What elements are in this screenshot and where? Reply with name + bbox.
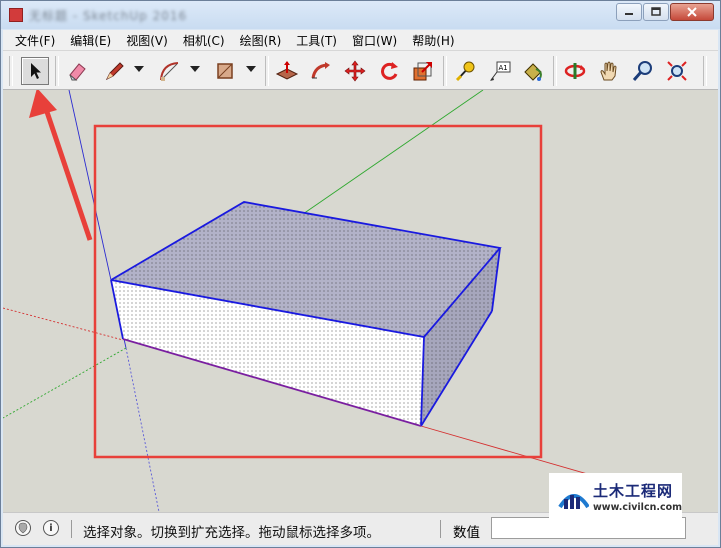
annotation-arrow — [40, 99, 93, 241]
move-icon — [344, 60, 366, 82]
push-pull-tool-button[interactable] — [273, 57, 301, 85]
pencil-line-icon — [105, 62, 124, 81]
green-axis-line — [302, 90, 484, 215]
window-title: 无标题 - SketchUp 2016 — [29, 9, 188, 23]
orbit-icon — [564, 63, 586, 79]
tape-measure-icon — [455, 61, 475, 82]
close-button[interactable] — [670, 3, 714, 21]
push-pull-icon — [275, 61, 299, 80]
red-axis-dashed — [3, 307, 124, 341]
maximize-button[interactable] — [643, 3, 669, 21]
toolbar-grip[interactable] — [9, 56, 13, 86]
select-tool-button[interactable] — [21, 57, 49, 85]
title-bar[interactable]: 无标题 - SketchUp 2016 — [1, 1, 720, 29]
orbit-tool-button[interactable] — [561, 57, 589, 85]
green-axis-dashed — [3, 347, 127, 419]
menu-file[interactable]: 文件(F) — [15, 32, 55, 49]
watermark-title: 土木工程网 — [593, 482, 674, 500]
menu-window[interactable]: 窗口(W) — [352, 32, 397, 49]
menu-view[interactable]: 视图(V) — [126, 32, 168, 49]
toolbar-separator — [443, 56, 447, 86]
annotation-arrowhead — [29, 90, 57, 118]
zoom-extents-icon — [667, 61, 687, 81]
toolbar-separator — [553, 56, 557, 86]
menu-edit[interactable]: 编辑(E) — [70, 32, 111, 49]
follow-me-tool-button[interactable] — [307, 57, 335, 85]
text-label-icon: A1 — [490, 61, 511, 81]
arc-tool-dropdown[interactable] — [190, 66, 200, 72]
toolbar-separator — [55, 56, 59, 86]
status-hint: 选择对象。切换到扩充选择。拖动鼠标选择多项。 — [83, 525, 380, 541]
measurements-input[interactable] — [491, 517, 686, 539]
watermark-logo-icon — [558, 493, 590, 509]
tape-measure-tool-button[interactable] — [451, 57, 479, 85]
app-icon — [9, 8, 23, 22]
measurements-label: 数值 — [453, 525, 480, 541]
line-tool-dropdown[interactable] — [134, 66, 144, 72]
toolbar-separator — [265, 56, 269, 86]
zoom-tool-button[interactable] — [629, 57, 657, 85]
menu-help[interactable]: 帮助(H) — [412, 32, 454, 49]
pan-tool-button[interactable] — [595, 57, 623, 85]
geo-location-icon[interactable] — [15, 520, 31, 536]
eraser-tool-button[interactable] — [63, 57, 91, 85]
menu-tools[interactable]: 工具(T) — [296, 32, 337, 49]
drawing-viewport[interactable] — [3, 90, 718, 512]
rotate-icon — [381, 62, 398, 80]
menu-camera[interactable]: 相机(C) — [183, 32, 225, 49]
status-separator — [71, 520, 72, 538]
main-toolbar: A1 — [3, 50, 718, 90]
arc-icon — [160, 62, 179, 81]
eraser-icon — [69, 63, 86, 81]
zoom-icon — [632, 61, 652, 81]
sketchup-window: 无标题 - SketchUp 2016 文件(F) 编辑(E) 视图(V) 相机… — [0, 0, 721, 548]
toolbar-separator — [703, 56, 707, 86]
minimize-button[interactable] — [616, 3, 642, 21]
menu-bar: 文件(F) 编辑(E) 视图(V) 相机(C) 绘图(R) 工具(T) 窗口(W… — [3, 30, 718, 50]
scale-tool-button[interactable] — [409, 57, 437, 85]
model-canvas[interactable] — [3, 90, 718, 512]
watermark-url: www.civilcn.com — [593, 502, 682, 513]
text-tool-button[interactable]: A1 — [485, 57, 513, 85]
paint-bucket-tool-button[interactable] — [519, 57, 547, 85]
arc-tool-button[interactable] — [155, 57, 183, 85]
shape-tool-button[interactable] — [211, 57, 239, 85]
line-tool-button[interactable] — [101, 57, 129, 85]
scale-icon — [413, 62, 432, 81]
location-pin-icon — [18, 522, 28, 534]
maximize-icon — [651, 7, 661, 16]
status-separator — [440, 520, 441, 538]
blue-axis-dashed — [125, 347, 160, 512]
select-arrow-icon — [31, 63, 41, 79]
site-watermark: 土木工程网 www.civilcn.com — [549, 473, 682, 520]
pan-hand-icon — [600, 61, 617, 81]
info-icon[interactable]: i — [43, 520, 59, 536]
paint-bucket-icon — [524, 63, 542, 81]
zoom-extents-tool-button[interactable] — [663, 57, 691, 85]
text-tool-sample: A1 — [499, 64, 508, 72]
close-icon — [687, 7, 697, 17]
rotate-tool-button[interactable] — [375, 57, 403, 85]
rectangle-shape-icon — [217, 63, 233, 79]
shape-tool-dropdown[interactable] — [246, 66, 256, 72]
menu-draw[interactable]: 绘图(R) — [240, 32, 282, 49]
window-controls — [616, 3, 714, 21]
move-tool-button[interactable] — [341, 57, 369, 85]
follow-me-icon — [311, 62, 330, 79]
minimize-icon — [625, 13, 633, 15]
